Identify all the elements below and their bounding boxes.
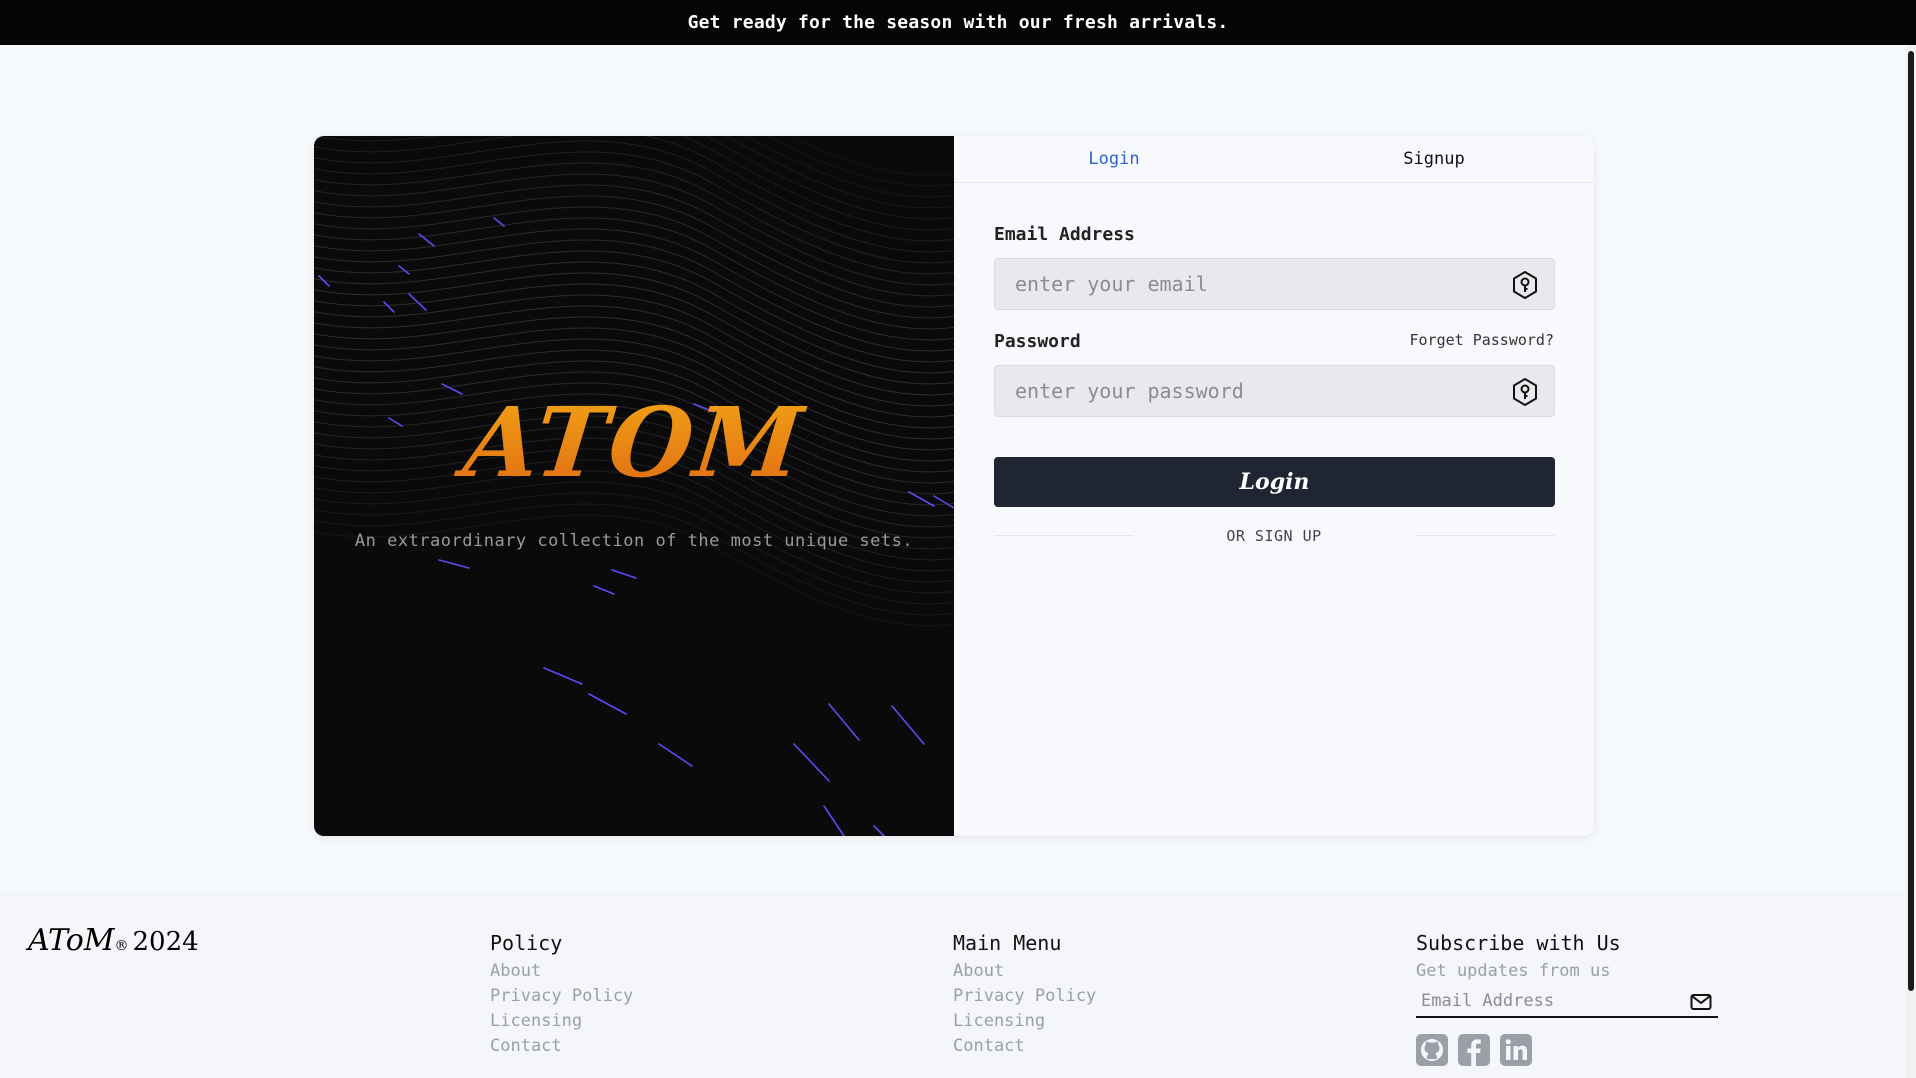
announcement-text: Get ready for the season with our fresh …	[687, 12, 1229, 33]
hero-tagline: An extraordinary collection of the most …	[354, 531, 914, 551]
footer-brand[interactable]: AToM® 2024	[28, 923, 199, 958]
auth-card: ATOM An extraordinary collection of the …	[314, 136, 1594, 836]
footer-menu-link[interactable]: Contact	[953, 1034, 1096, 1059]
footer-policy-link[interactable]: Contact	[490, 1034, 633, 1059]
footer-main-menu-column: Main Menu About Privacy Policy Licensing…	[953, 931, 1096, 1059]
footer-menu-link[interactable]: Privacy Policy	[953, 984, 1096, 1009]
footer-brand-year: 2024	[132, 927, 199, 957]
social-links	[1416, 1034, 1718, 1066]
page-scrollbar[interactable]	[1906, 45, 1916, 1078]
key-icon	[1513, 271, 1537, 299]
site-footer: AToM® 2024 Policy About Privacy Policy Li…	[0, 894, 1906, 1078]
footer-menu-link[interactable]: Licensing	[953, 1009, 1096, 1034]
footer-policy-link[interactable]: About	[490, 959, 633, 984]
announcement-bar: Get ready for the season with our fresh …	[0, 0, 1916, 45]
footer-main-menu-title: Main Menu	[953, 931, 1062, 955]
subscribe-email-input[interactable]	[1416, 986, 1718, 1016]
github-icon[interactable]	[1416, 1034, 1448, 1066]
footer-subscribe-column: Subscribe with Us Get updates from us	[1416, 931, 1718, 1066]
hero-panel: ATOM An extraordinary collection of the …	[314, 136, 954, 836]
footer-policy-title: Policy	[490, 931, 563, 955]
or-sign-up-text: OR SIGN UP	[1226, 527, 1322, 545]
footer-menu-link[interactable]: About	[953, 959, 1096, 984]
key-icon	[1513, 378, 1537, 406]
footer-subscribe-subtitle: Get updates from us	[1416, 961, 1611, 981]
footer-brand-name: AToM	[28, 923, 115, 958]
footer-policy-link[interactable]: Privacy Policy	[490, 984, 633, 1009]
footer-policy-column: Policy About Privacy Policy Licensing Co…	[490, 931, 633, 1059]
facebook-icon[interactable]	[1458, 1034, 1490, 1066]
password-input[interactable]	[995, 366, 1554, 416]
linkedin-icon[interactable]	[1500, 1034, 1532, 1066]
password-field-wrapper	[994, 365, 1555, 417]
forgot-password-link[interactable]: Forget Password?	[1410, 331, 1555, 349]
email-field-wrapper	[994, 258, 1555, 310]
footer-policy-link[interactable]: Licensing	[490, 1009, 633, 1034]
password-label: Password	[994, 331, 1081, 352]
hero-logo: ATOM	[314, 386, 954, 499]
scrollbar-thumb[interactable]	[1908, 51, 1914, 991]
footer-brand-reg: ®	[114, 938, 129, 954]
login-button[interactable]: Login	[994, 457, 1555, 507]
email-input[interactable]	[995, 259, 1554, 309]
email-label: Email Address	[994, 224, 1135, 245]
footer-subscribe-title: Subscribe with Us	[1416, 931, 1621, 955]
subscribe-field-wrapper	[1416, 986, 1718, 1018]
tab-signup[interactable]: Signup	[1274, 136, 1594, 182]
form-panel: Login Signup Email Address Password Forg…	[954, 136, 1594, 836]
auth-tabs: Login Signup	[954, 136, 1594, 183]
tab-login[interactable]: Login	[954, 136, 1274, 182]
mail-icon[interactable]	[1690, 993, 1712, 1011]
